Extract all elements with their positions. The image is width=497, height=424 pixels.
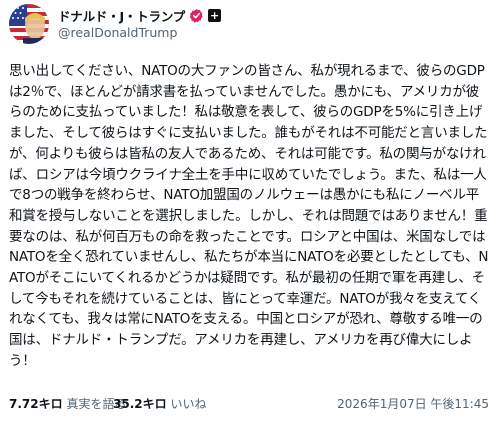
likes-label: いいね: [170, 397, 207, 411]
post-footer: 7.72キロ 真実を語る 35.2キロ いいね 2026年1月07日 午後11:…: [9, 395, 489, 415]
verified-badge-icon: [189, 8, 204, 23]
author-display-name[interactable]: ドナルド・J・トランプ: [58, 6, 185, 25]
likes-count: 35.2キロ: [113, 397, 167, 411]
retruths-stat[interactable]: 7.72キロ 真実を語る: [9, 395, 126, 412]
author-name-row: ドナルド・J・トランプ +: [58, 6, 222, 25]
post-timestamp[interactable]: 2026年1月07日 午後11:45: [337, 395, 489, 412]
flag-avatar-icon[interactable]: [9, 4, 49, 44]
post-text: 思い出してください、NATOの大ファンの皆さん、私が現れるまで、彼らのGDPは2…: [9, 63, 489, 369]
author-handle[interactable]: @realDonaldTrump: [58, 25, 177, 40]
retruths-count: 7.72キロ: [9, 397, 63, 411]
affiliation-badge-icon: +: [208, 8, 222, 22]
post-card: ドナルド・J・トランプ + @realDonaldTrump 思い出してください…: [0, 0, 497, 424]
likes-stat[interactable]: 35.2キロ いいね: [113, 395, 206, 412]
